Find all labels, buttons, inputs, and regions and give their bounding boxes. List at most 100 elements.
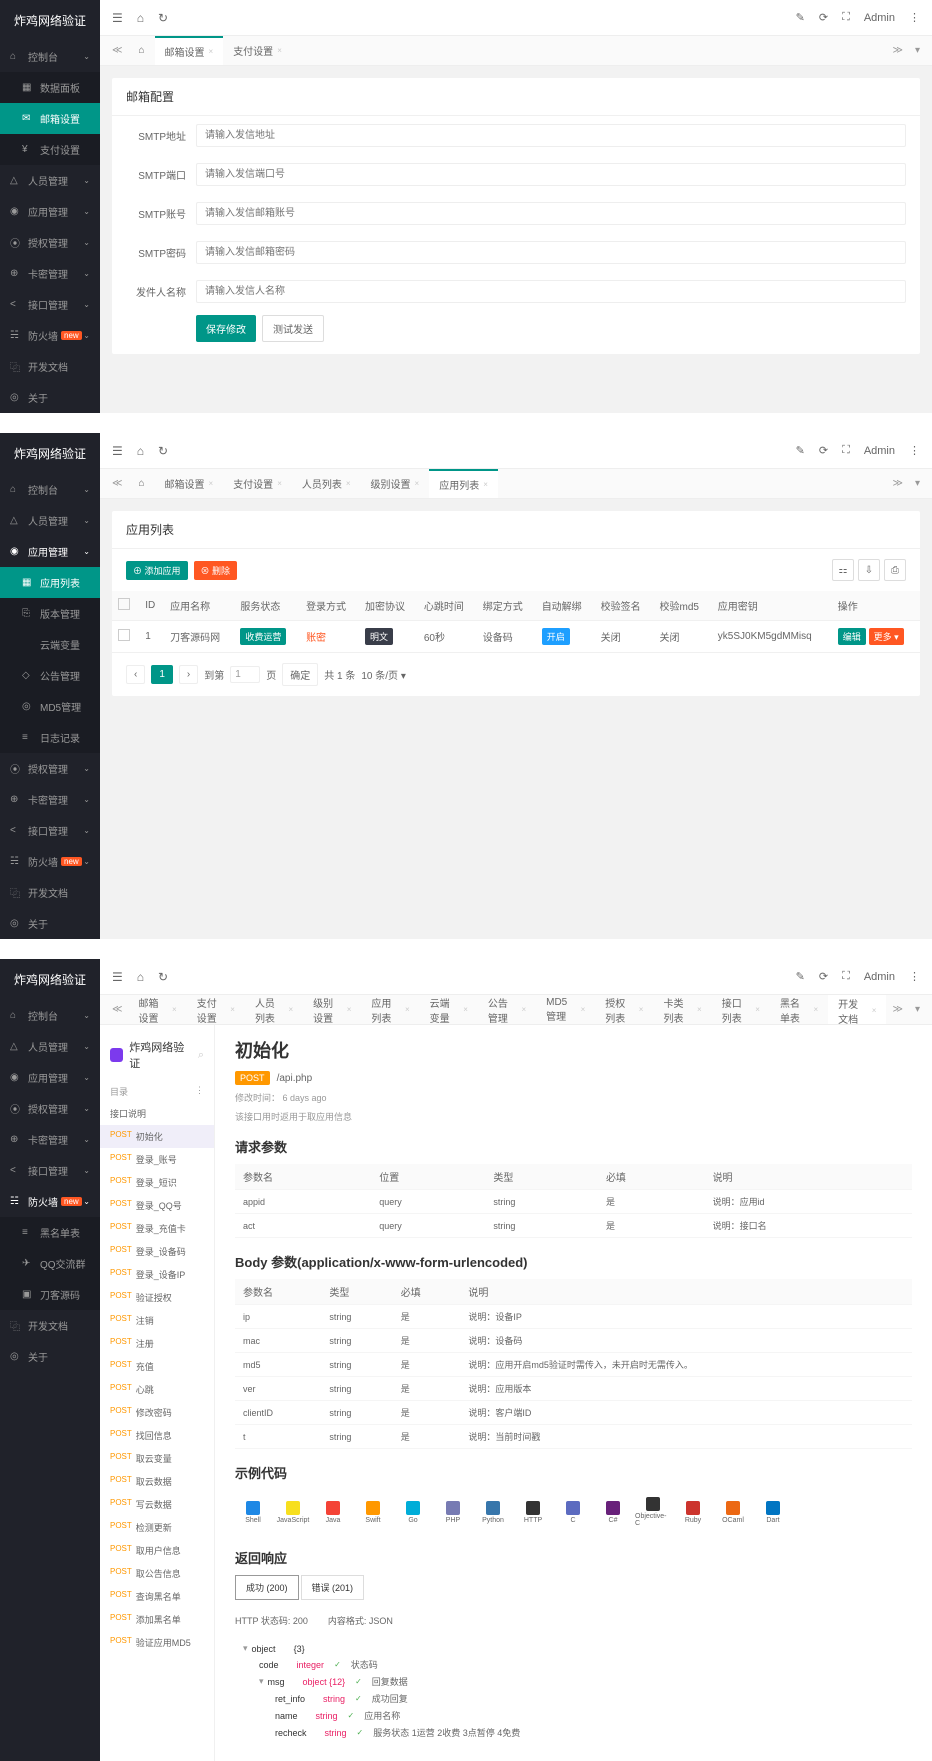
form-input[interactable]	[196, 241, 906, 264]
print-icon[interactable]: ⎙	[884, 559, 906, 581]
tabs-menu[interactable]: ▾	[909, 45, 926, 56]
code-lang-tab[interactable]: C	[555, 1496, 591, 1528]
docs-nav-item[interactable]: POST登录_账号	[100, 1148, 214, 1171]
menu-toggle-icon[interactable]: ☰	[112, 970, 123, 984]
response-tab[interactable]: 错误 (201)	[301, 1575, 365, 1600]
sidebar-item[interactable]: ⊕卡密管理⌄	[0, 784, 100, 815]
tabs-next[interactable]: ≫	[887, 1004, 909, 1015]
tabs-prev[interactable]: ≪	[106, 478, 128, 489]
tab[interactable]: 支付设置×	[223, 469, 292, 498]
code-lang-tab[interactable]: Dart	[755, 1496, 791, 1528]
test-send-button[interactable]: 测试发送	[262, 315, 324, 342]
docs-nav-item[interactable]: POST检测更新	[100, 1516, 214, 1539]
tab[interactable]: MD5管理×	[536, 995, 595, 1025]
more-button[interactable]: 更多 ▾	[869, 628, 904, 645]
export-icon[interactable]: ⇩	[858, 559, 880, 581]
code-lang-tab[interactable]: C#	[595, 1496, 631, 1528]
code-lang-tab[interactable]: Objective-C	[635, 1496, 671, 1528]
tab[interactable]: 公告管理×	[478, 995, 536, 1025]
sidebar-item[interactable]: ≡黑名单表	[0, 1217, 100, 1248]
refresh-icon[interactable]: ↻	[158, 444, 168, 458]
sidebar-item[interactable]: ⌂控制台⌄	[0, 1000, 100, 1031]
rotate-icon[interactable]: ⟳	[819, 11, 828, 24]
rotate-icon[interactable]: ⟳	[819, 444, 828, 457]
menu-toggle-icon[interactable]: ☰	[112, 444, 123, 458]
docs-nav-item[interactable]: POST注册	[100, 1332, 214, 1355]
sidebar-item[interactable]: △人员管理⌄	[0, 1031, 100, 1062]
close-icon[interactable]: ×	[209, 47, 214, 56]
sidebar-item[interactable]: ◎关于	[0, 908, 100, 939]
sidebar-item[interactable]: ⎘版本管理	[0, 598, 100, 629]
filter-icon[interactable]: ⚏	[832, 559, 854, 581]
sidebar-item[interactable]: ≡日志记录	[0, 722, 100, 753]
docs-nav-item[interactable]: POST取用户信息	[100, 1539, 214, 1562]
page-1[interactable]: 1	[151, 665, 173, 684]
sidebar-item[interactable]: ⿻开发文档	[0, 351, 100, 382]
docs-nav-item[interactable]: POST注销	[100, 1309, 214, 1332]
tab[interactable]: 黑名单表×	[770, 995, 828, 1025]
sidebar-item[interactable]: ▦应用列表	[0, 567, 100, 598]
tab[interactable]: 应用列表×	[429, 469, 498, 498]
tab[interactable]: 支付设置×	[187, 995, 245, 1025]
close-icon[interactable]: ×	[483, 480, 488, 489]
close-icon[interactable]: ×	[463, 1005, 468, 1014]
code-lang-tab[interactable]: OCaml	[715, 1496, 751, 1528]
sidebar-item[interactable]: ▦数据面板	[0, 72, 100, 103]
docs-nav-item[interactable]: POST初始化	[100, 1125, 214, 1148]
tab[interactable]: 云端变量×	[420, 995, 478, 1025]
docs-nav-item[interactable]: POST登录_设备码	[100, 1240, 214, 1263]
sidebar-item[interactable]: ◉应用管理⌄	[0, 196, 100, 227]
delete-button[interactable]: ⊗ 删除	[194, 561, 238, 580]
docs-cat-more[interactable]: ⋮	[195, 1085, 204, 1098]
sidebar-item[interactable]: ◉应用管理⌄	[0, 536, 100, 567]
sidebar-item[interactable]: ⊕卡密管理⌄	[0, 258, 100, 289]
tab[interactable]: 应用列表×	[361, 995, 419, 1025]
sidebar-item[interactable]: ☵防火墙new⌄	[0, 320, 100, 351]
tab[interactable]: ⌂	[128, 36, 154, 65]
close-icon[interactable]: ×	[209, 479, 214, 488]
close-icon[interactable]: ×	[346, 479, 351, 488]
tabs-prev[interactable]: ≪	[106, 1004, 128, 1015]
close-icon[interactable]: ×	[277, 479, 282, 488]
close-icon[interactable]: ×	[639, 1005, 644, 1014]
sidebar-item[interactable]: ⌂控制台⌄	[0, 41, 100, 72]
docs-nav-item[interactable]: POST验证应用MD5	[100, 1631, 214, 1654]
tabs-menu[interactable]: ▾	[909, 478, 926, 489]
form-input[interactable]	[196, 163, 906, 186]
close-icon[interactable]: ×	[289, 1005, 294, 1014]
page-next[interactable]: ›	[179, 665, 198, 684]
docs-nav-item[interactable]: POST取云变量	[100, 1447, 214, 1470]
tab[interactable]: 邮箱设置×	[128, 995, 186, 1025]
more-icon[interactable]: ⋮	[909, 970, 920, 983]
sidebar-item[interactable]: ⿻开发文档	[0, 1310, 100, 1341]
code-lang-tab[interactable]: Java	[315, 1496, 351, 1528]
docs-nav-item[interactable]: POST登录_设备IP	[100, 1263, 214, 1286]
docs-nav-item[interactable]: POST添加黑名单	[100, 1608, 214, 1631]
close-icon[interactable]: ×	[172, 1005, 177, 1014]
docs-nav-item[interactable]: POST取公告信息	[100, 1562, 214, 1585]
goto-confirm[interactable]: 确定	[282, 663, 318, 686]
tabs-next[interactable]: ≫	[887, 478, 909, 489]
sidebar-item[interactable]: ⿻开发文档	[0, 877, 100, 908]
close-icon[interactable]: ×	[697, 1005, 702, 1014]
close-icon[interactable]: ×	[230, 1005, 235, 1014]
sidebar-item[interactable]: ◎MD5管理	[0, 691, 100, 722]
home-icon[interactable]: ⌂	[137, 444, 144, 458]
sidebar-item[interactable]: △人员管理⌄	[0, 505, 100, 536]
tab[interactable]: 级别设置×	[303, 995, 361, 1025]
form-input[interactable]	[196, 202, 906, 225]
tab[interactable]: 人员列表×	[245, 995, 303, 1025]
docs-nav-item[interactable]: POST登录_QQ号	[100, 1194, 214, 1217]
note-icon[interactable]: ✎	[796, 11, 805, 24]
tab[interactable]: 人员列表×	[292, 469, 361, 498]
close-icon[interactable]: ×	[415, 479, 420, 488]
tabs-next[interactable]: ≫	[887, 45, 909, 56]
close-icon[interactable]: ×	[872, 1006, 877, 1015]
code-lang-tab[interactable]: Python	[475, 1496, 511, 1528]
tab[interactable]: 级别设置×	[361, 469, 430, 498]
admin-label[interactable]: Admin	[864, 12, 895, 24]
tab[interactable]: 授权列表×	[595, 995, 653, 1025]
sidebar-item[interactable]: <接口管理⌄	[0, 289, 100, 320]
sidebar-item[interactable]: ¥支付设置	[0, 134, 100, 165]
form-input[interactable]	[196, 280, 906, 303]
